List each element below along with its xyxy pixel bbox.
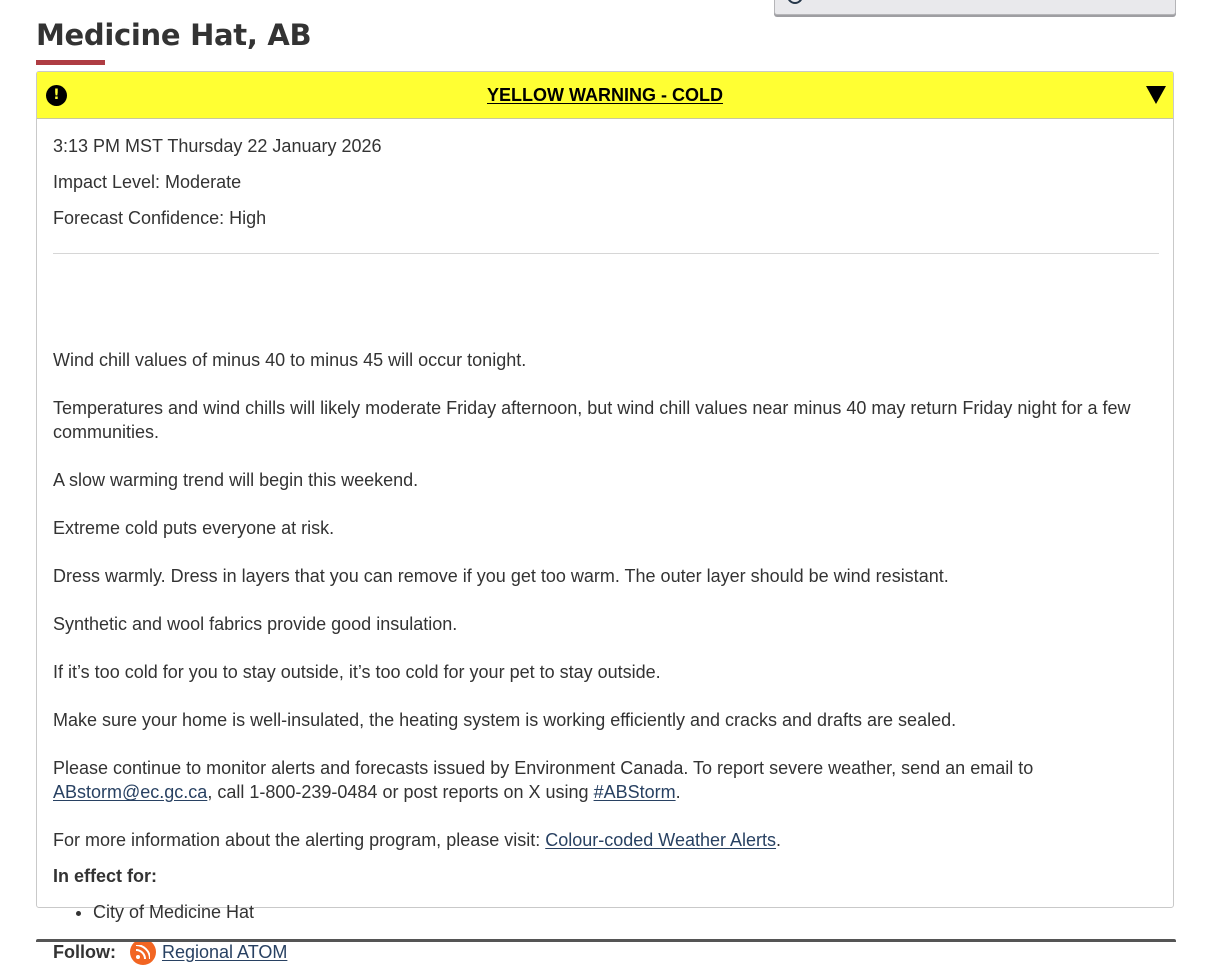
area-list: City of Medicine Hat [53, 900, 254, 924]
regional-atom-link[interactable]: Regional ATOM [162, 940, 287, 964]
list-item: City of Medicine Hat [93, 900, 254, 924]
weather-alerts-link[interactable]: Colour-coded Weather Alerts [545, 830, 776, 850]
more-info-text: For more information about the alerting … [53, 830, 546, 850]
report-text: , call 1-800-239-0484 or post reports on… [207, 782, 594, 802]
report-paragraph: Please continue to monitor alerts and fo… [53, 756, 1159, 804]
alert-paragraph: Temperatures and wind chills will likely… [53, 398, 1131, 442]
top-search-widget[interactable] [774, 0, 1176, 15]
alert-paragraph: If it’s too cold for you to stay outside… [53, 662, 661, 682]
rss-icon[interactable] [129, 939, 156, 965]
page-title: Medicine Hat, AB [36, 18, 312, 52]
forecast-confidence: Forecast Confidence: High [53, 208, 267, 228]
alert-paragraph: Make sure your home is well-insulated, t… [53, 710, 957, 730]
impact-level: Impact Level: Moderate [53, 172, 242, 192]
title-underline [36, 60, 105, 65]
follow-label: Follow: [53, 942, 116, 962]
caret-down-icon[interactable] [1146, 86, 1166, 104]
alert-panel: ! YELLOW WARNING - COLD 3:13 PM MST Thur… [36, 71, 1174, 965]
email-link[interactable]: ABstorm@ec.gc.ca [53, 782, 207, 802]
alert-paragraph: Synthetic and wool fabrics provide good … [53, 614, 458, 634]
exclamation-circle-icon: ! [46, 85, 67, 106]
alert-paragraph: Wind chill values of minus 40 to minus 4… [53, 350, 527, 370]
refresh-icon [787, 0, 803, 4]
report-text: . [675, 782, 681, 802]
report-text: Please continue to monitor alerts and fo… [53, 758, 1034, 778]
alert-paragraph: A slow warming trend will begin this wee… [53, 470, 419, 490]
alert-paragraph: Dress warmly. Dress in layers that you c… [53, 566, 949, 586]
alert-header-toggle[interactable]: ! YELLOW WARNING - COLD [37, 72, 1173, 119]
more-info-text: . [776, 830, 782, 850]
in-effect-label: In effect for: [53, 866, 158, 886]
follow-row: Follow: Regional ATOM [53, 939, 287, 965]
more-info-paragraph: For more information about the alerting … [53, 828, 1159, 852]
alert-paragraph: Extreme cold puts everyone at risk. [53, 518, 335, 538]
issued-time: 3:13 PM MST Thursday 22 January 2026 [53, 136, 382, 156]
hashtag-link[interactable]: #ABStorm [594, 782, 676, 802]
divider [53, 253, 1159, 254]
alert-title[interactable]: YELLOW WARNING - COLD [487, 85, 723, 106]
